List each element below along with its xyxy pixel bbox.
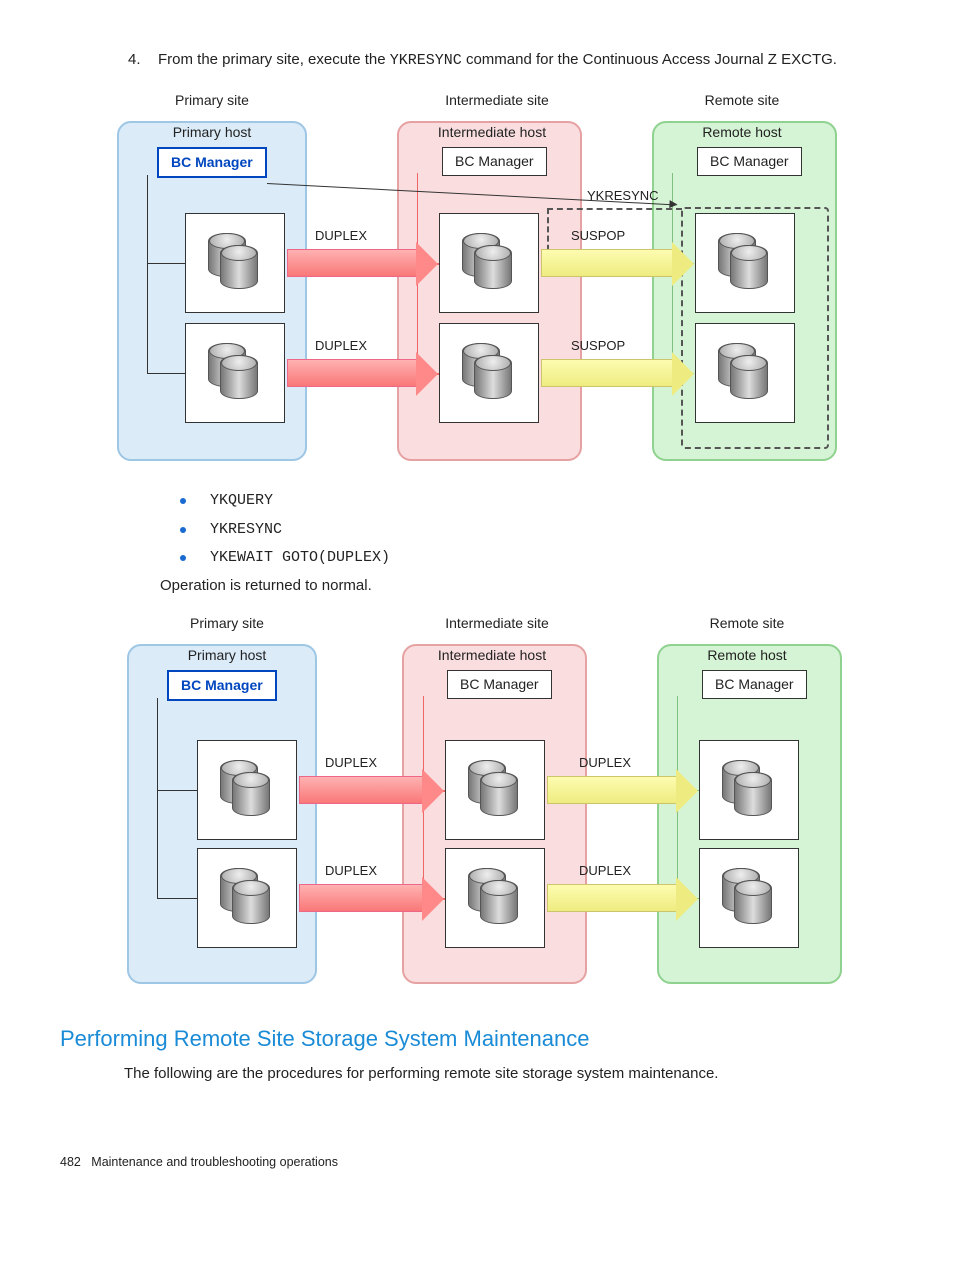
- arrow-intermediate-remote-1: [541, 249, 673, 277]
- page-number: 482: [60, 1155, 81, 1169]
- label-intermediate-host: Intermediate host: [422, 123, 562, 142]
- command-list: YKQUERY YKRESYNC YKEWAIT GOTO(DUPLEX): [180, 491, 894, 568]
- diagram-resync: Primary site Intermediate site Remote si…: [117, 91, 837, 461]
- label-primary-site: Primary site: [172, 614, 282, 633]
- db-primary-1: [197, 740, 297, 840]
- db-intermediate-1: [439, 213, 539, 313]
- label-intermediate-site: Intermediate site: [427, 614, 567, 633]
- bc-manager-primary: BC Manager: [157, 147, 267, 178]
- connector: [157, 790, 197, 791]
- step-4: 4. From the primary site, execute the YK…: [128, 50, 874, 71]
- label-intermediate-site: Intermediate site: [427, 91, 567, 110]
- db-intermediate-1: [445, 740, 545, 840]
- db-intermediate-2: [439, 323, 539, 423]
- db-primary-2: [185, 323, 285, 423]
- list-item: YKRESYNC: [180, 520, 894, 540]
- arrow-primary-intermediate-1: [287, 249, 417, 277]
- arrow-primary-intermediate-2: [299, 884, 423, 912]
- label-primary-host: Primary host: [172, 646, 282, 665]
- connector: [147, 373, 187, 374]
- step-pretext: From the primary site, execute the: [158, 51, 390, 68]
- arrow-intermediate-remote-2: [541, 359, 673, 387]
- bullet-icon: [180, 527, 186, 533]
- db-primary-2: [197, 848, 297, 948]
- label-primary-host: Primary host: [157, 123, 267, 142]
- operation-normal-text: Operation is returned to normal.: [160, 576, 894, 596]
- bc-manager-intermediate: BC Manager: [442, 147, 547, 176]
- connector: [157, 698, 158, 898]
- db-remote-2: [699, 848, 799, 948]
- db-remote-1: [695, 213, 795, 313]
- footer-title: Maintenance and troubleshooting operatio…: [91, 1155, 338, 1169]
- label-remote-site: Remote site: [692, 614, 802, 633]
- arrow-primary-intermediate-2: [287, 359, 417, 387]
- status-duplex: DUPLEX: [579, 754, 631, 772]
- bc-manager-remote: BC Manager: [702, 670, 807, 699]
- arrow-primary-intermediate-1: [299, 776, 423, 804]
- status-duplex: DUPLEX: [315, 337, 367, 355]
- status-duplex: DUPLEX: [315, 227, 367, 245]
- label-primary-site: Primary site: [157, 91, 267, 110]
- bc-manager-remote: BC Manager: [697, 147, 802, 176]
- step-number: 4.: [128, 50, 146, 71]
- label-intermediate-host: Intermediate host: [422, 646, 562, 665]
- status-duplex: DUPLEX: [325, 862, 377, 880]
- bc-manager-primary: BC Manager: [167, 670, 277, 701]
- connector: [147, 175, 148, 373]
- status-suspop: SUSPOP: [571, 337, 625, 355]
- page-footer: 482 Maintenance and troubleshooting oper…: [60, 1154, 894, 1171]
- status-duplex: DUPLEX: [325, 754, 377, 772]
- step-posttext: command for the Continuous Access Journa…: [462, 51, 837, 68]
- label-remote-host: Remote host: [692, 646, 802, 665]
- bc-manager-intermediate: BC Manager: [447, 670, 552, 699]
- db-intermediate-2: [445, 848, 545, 948]
- cmd: YKQUERY: [210, 491, 273, 511]
- step-command: YKRESYNC: [390, 52, 462, 69]
- connector: [147, 263, 187, 264]
- status-suspop: SUSPOP: [571, 227, 625, 245]
- label-ykresync: YKRESYNC: [587, 187, 659, 205]
- bullet-icon: [180, 555, 186, 561]
- cmd: YKEWAIT GOTO(DUPLEX): [210, 548, 390, 568]
- bullet-icon: [180, 498, 186, 504]
- group-link: [547, 208, 682, 210]
- step-text: From the primary site, execute the YKRES…: [158, 50, 837, 71]
- status-duplex: DUPLEX: [579, 862, 631, 880]
- section-body: The following are the procedures for per…: [124, 1064, 894, 1084]
- diagram-normal: Primary site Intermediate site Remote si…: [117, 614, 837, 984]
- arrow-intermediate-remote-1: [547, 776, 677, 804]
- list-item: YKQUERY: [180, 491, 894, 511]
- db-remote-2: [695, 323, 795, 423]
- label-remote-site: Remote site: [687, 91, 797, 110]
- label-remote-host: Remote host: [687, 123, 797, 142]
- cmd: YKRESYNC: [210, 520, 282, 540]
- db-primary-1: [185, 213, 285, 313]
- section-heading: Performing Remote Site Storage System Ma…: [60, 1024, 894, 1054]
- connector: [157, 898, 197, 899]
- list-item: YKEWAIT GOTO(DUPLEX): [180, 548, 894, 568]
- arrow-intermediate-remote-2: [547, 884, 677, 912]
- db-remote-1: [699, 740, 799, 840]
